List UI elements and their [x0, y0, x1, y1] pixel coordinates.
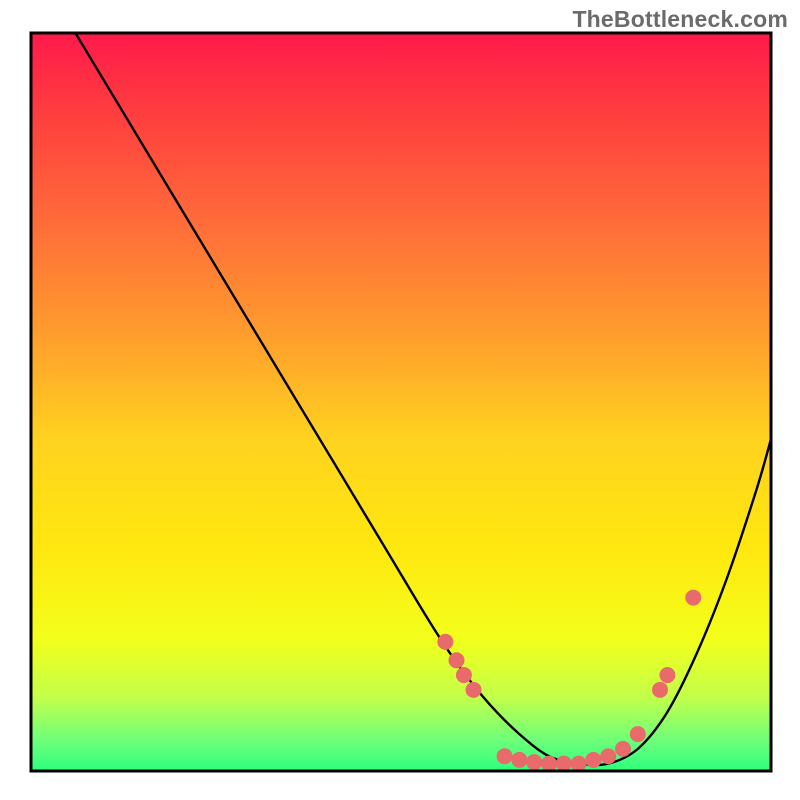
- marker-point: [456, 667, 472, 683]
- marker-point: [511, 752, 527, 768]
- marker-point: [437, 634, 453, 650]
- bottleneck-chart: [0, 0, 800, 800]
- marker-point: [449, 652, 465, 668]
- marker-point: [556, 756, 572, 772]
- marker-point: [541, 756, 557, 772]
- marker-point: [615, 741, 631, 757]
- chart-container: TheBottleneck.com: [0, 0, 800, 800]
- marker-point: [497, 748, 513, 764]
- marker-point: [630, 726, 646, 742]
- marker-point: [600, 748, 616, 764]
- marker-point: [659, 667, 675, 683]
- watermark-text: TheBottleneck.com: [572, 6, 788, 33]
- marker-point: [685, 590, 701, 606]
- marker-point: [652, 682, 668, 698]
- marker-point: [526, 754, 542, 770]
- marker-point: [585, 752, 601, 768]
- marker-point: [571, 756, 587, 772]
- marker-point: [466, 682, 482, 698]
